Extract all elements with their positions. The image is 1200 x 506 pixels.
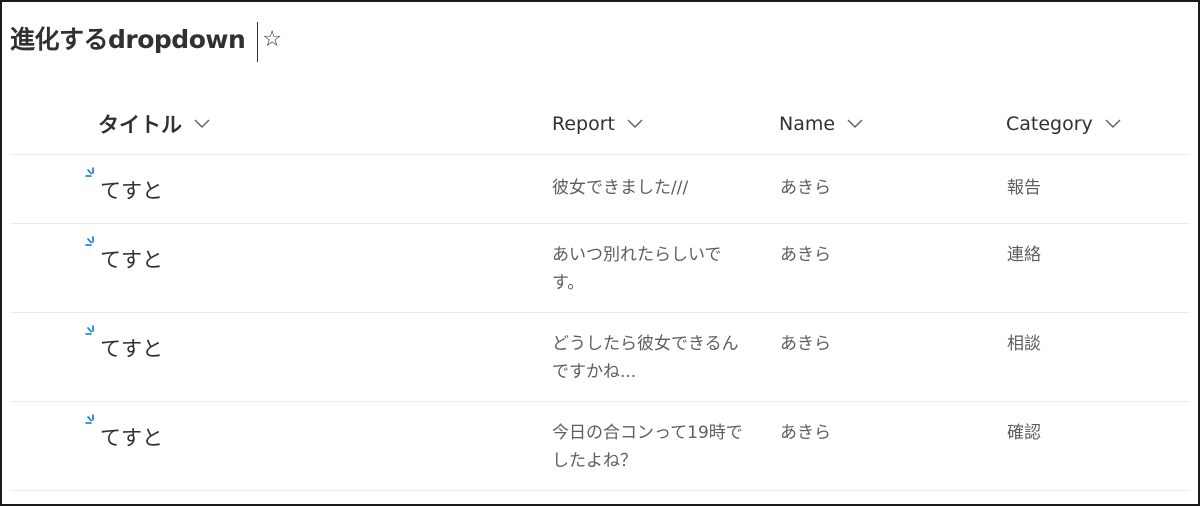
category-cell: 連絡	[1007, 245, 1041, 265]
list-header: 進化するdropdown ☆	[10, 20, 282, 64]
name-cell: あきら	[780, 334, 831, 354]
report-cell: 今日の合コンって19時でしたよね？	[552, 423, 743, 471]
table-row[interactable]: てすと 今日の合コンって19時でしたよね？ あきら 確認	[10, 402, 1190, 490]
column-header-report[interactable]: Report	[552, 102, 643, 146]
column-header-title[interactable]: タイトル	[98, 102, 210, 146]
list-view-frame: 進化するdropdown ☆ タイトル Report Name Category…	[0, 0, 1200, 506]
name-cell: あきら	[780, 178, 831, 198]
column-header-label: Report	[552, 113, 615, 135]
report-cell: あいつ別れたらしいです。	[552, 245, 722, 293]
column-header-label: タイトル	[98, 113, 182, 137]
row-title-link[interactable]: てすと	[100, 422, 163, 452]
chevron-down-icon	[194, 119, 210, 129]
column-header-label: Name	[779, 113, 836, 135]
column-header-label: Category	[1006, 113, 1093, 135]
name-cell: あきら	[780, 245, 831, 265]
chevron-down-icon	[627, 119, 643, 129]
row-title-link[interactable]: てすと	[100, 244, 163, 274]
report-cell: 彼女できました///	[552, 178, 689, 198]
table-row[interactable]: てすと あいつ別れたらしいです。 あきら 連絡	[10, 224, 1190, 312]
category-cell: 相談	[1007, 334, 1041, 354]
column-header-category[interactable]: Category	[1006, 102, 1121, 146]
category-cell: 報告	[1007, 178, 1041, 198]
table-row[interactable]: てすと 彼女できました/// あきら 報告	[10, 155, 1190, 223]
page-title: 進化するdropdown	[10, 25, 246, 54]
category-cell: 確認	[1007, 423, 1041, 443]
row-title-link[interactable]: てすと	[100, 175, 163, 205]
star-icon[interactable]: ☆	[262, 20, 282, 60]
title-divider	[257, 22, 259, 62]
column-header-name[interactable]: Name	[779, 102, 863, 146]
chevron-down-icon	[1105, 119, 1121, 129]
chevron-down-icon	[847, 119, 863, 129]
row-title-link[interactable]: てすと	[100, 333, 163, 363]
name-cell: あきら	[780, 423, 831, 443]
row-divider	[10, 490, 1190, 491]
report-cell: どうしたら彼女できるんですかね...	[552, 334, 739, 382]
table-row[interactable]: てすと どうしたら彼女できるんですかね... あきら 相談	[10, 313, 1190, 401]
